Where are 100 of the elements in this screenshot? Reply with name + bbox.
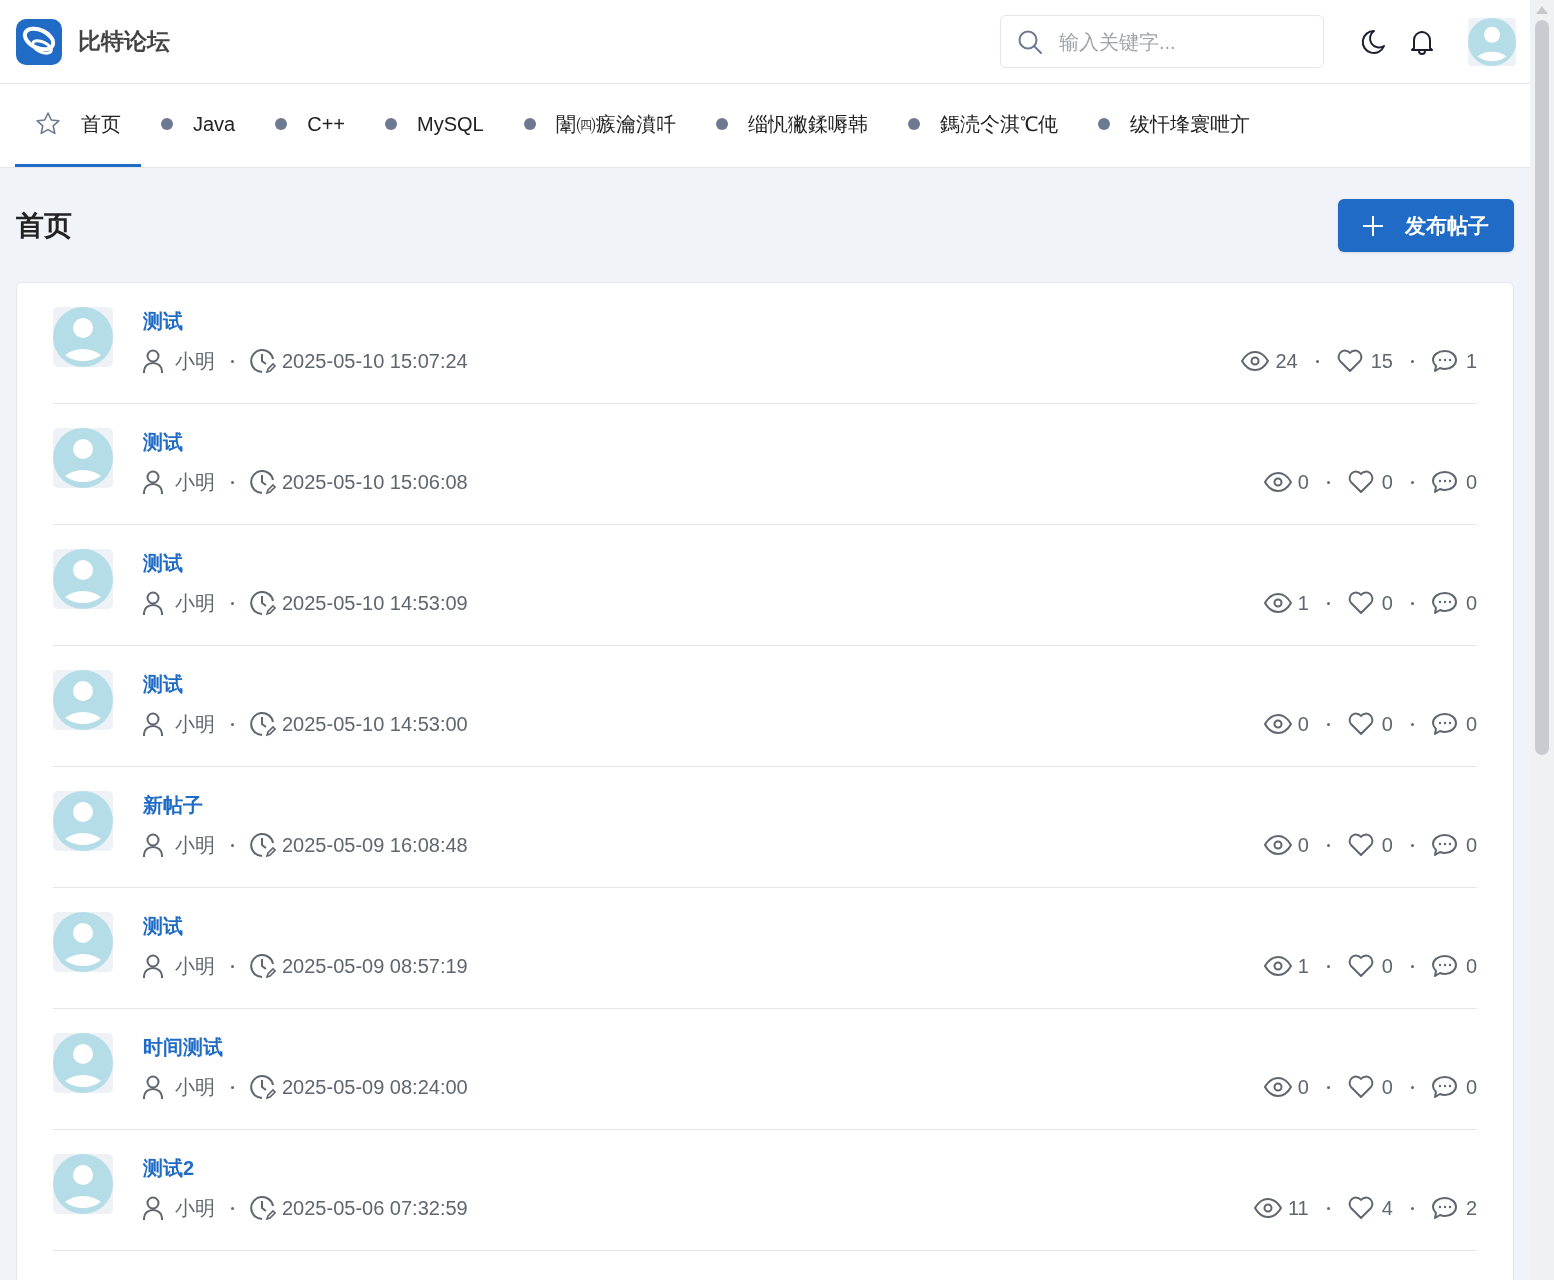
separator-dot [231, 843, 234, 847]
nav-tab[interactable]: MySQL [365, 84, 504, 167]
user-icon [143, 1196, 163, 1220]
eye-icon [1263, 472, 1292, 492]
heart-icon[interactable] [1347, 1196, 1374, 1220]
like-count: 0 [1381, 712, 1393, 737]
separator-dot [1410, 843, 1414, 847]
author-name[interactable]: 小明 [175, 710, 215, 738]
separator-dot [1410, 601, 1414, 605]
comment-icon[interactable] [1431, 954, 1458, 978]
nav-tab[interactable]: 闈㈣瘯瀹濆吀 [503, 84, 696, 167]
nav-tab[interactable]: C++ [255, 84, 366, 167]
post-title[interactable]: 测试 [143, 307, 183, 335]
search-icon [1017, 28, 1043, 55]
nav-tab[interactable]: Java [141, 84, 256, 167]
post-title[interactable]: 测试 [143, 912, 183, 940]
page-title: 首页 [16, 208, 72, 243]
eye-icon [1263, 1077, 1292, 1097]
author-name[interactable]: 小明 [175, 1073, 215, 1101]
heart-icon[interactable] [1347, 833, 1374, 857]
logo-icon[interactable] [16, 18, 62, 65]
separator-dot [1326, 601, 1330, 605]
user-icon [143, 349, 163, 373]
dot-icon [275, 118, 288, 130]
comment-count: 0 [1465, 954, 1477, 979]
comment-icon[interactable] [1431, 1196, 1458, 1220]
comment-icon[interactable] [1431, 591, 1458, 615]
post-title[interactable]: 测试 [143, 549, 183, 577]
search-input[interactable]: 输入关键字... [1059, 26, 1307, 57]
post-title[interactable]: 测试 [143, 428, 183, 456]
heart-icon[interactable] [1347, 712, 1374, 736]
heart-icon[interactable] [1347, 470, 1374, 494]
star-icon [35, 111, 61, 137]
clock-icon [250, 711, 276, 737]
like-count: 15 [1370, 349, 1393, 374]
comment-count: 1 [1465, 349, 1477, 374]
user-icon [143, 954, 163, 978]
author-name[interactable]: 小明 [175, 589, 215, 617]
scrollbar[interactable] [1530, 0, 1554, 1280]
post-title[interactable]: 新帖子 [143, 791, 203, 819]
like-count: 4 [1381, 1196, 1393, 1221]
author-name[interactable]: 小明 [175, 1194, 215, 1222]
author-name[interactable]: 小明 [175, 952, 215, 980]
post-title[interactable]: 时间测试 [143, 1033, 223, 1061]
eye-icon [1263, 956, 1292, 976]
nav-tab[interactable]: 鎷涜仒淇℃伅 [887, 84, 1078, 167]
user-icon [143, 833, 163, 857]
post-time: 2025-05-06 07:32:59 [282, 1196, 468, 1221]
like-count: 0 [1381, 1075, 1393, 1100]
nav-tab[interactable]: 绂忓埄寰呭亣 [1077, 84, 1270, 167]
post-title[interactable]: 测试 [143, 670, 183, 698]
author-name[interactable]: 小明 [175, 468, 215, 496]
author-name[interactable]: 小明 [175, 347, 215, 375]
separator-dot [231, 480, 234, 484]
separator-dot [1326, 722, 1330, 726]
clock-icon [250, 832, 276, 858]
post-time: 2025-05-09 08:24:00 [282, 1075, 468, 1100]
heart-icon[interactable] [1347, 591, 1374, 615]
heart-icon[interactable] [1347, 954, 1374, 978]
separator-dot [231, 359, 234, 363]
comment-icon[interactable] [1431, 1075, 1458, 1099]
user-icon [143, 591, 163, 615]
site-title[interactable]: 比特论坛 [78, 24, 170, 59]
comment-icon[interactable] [1431, 349, 1458, 373]
separator-dot [1326, 480, 1330, 484]
heart-icon[interactable] [1336, 349, 1363, 373]
separator-dot [1410, 359, 1414, 363]
nav-tab[interactable]: 缁忛獙鍒嗕韩 [695, 84, 888, 167]
nav-tab[interactable]: 首页 [15, 84, 141, 167]
separator-dot [1410, 1206, 1414, 1210]
clock-icon [250, 469, 276, 495]
search-field[interactable]: 输入关键字... [1000, 15, 1324, 68]
like-count: 0 [1381, 591, 1393, 616]
post-title[interactable]: 测试2 [143, 1154, 195, 1182]
scrollbar-thumb[interactable] [1535, 20, 1549, 755]
new-post-button[interactable]: 发布帖子 [1338, 199, 1514, 252]
heart-icon[interactable] [1347, 1075, 1374, 1099]
bell-icon[interactable] [1410, 28, 1434, 55]
like-count: 0 [1381, 470, 1393, 495]
separator-dot [1410, 1085, 1414, 1089]
eye-icon [1263, 835, 1292, 855]
separator-dot [231, 964, 234, 968]
comment-count: 0 [1465, 833, 1477, 858]
clock-icon [250, 1195, 276, 1221]
comment-icon[interactable] [1431, 712, 1458, 736]
separator-dot [231, 1085, 234, 1089]
view-count: 1 [1297, 954, 1309, 979]
comment-icon[interactable] [1431, 470, 1458, 494]
dot-icon [523, 118, 536, 130]
author-name[interactable]: 小明 [175, 831, 215, 859]
post-time: 2025-05-10 14:53:09 [282, 591, 468, 616]
separator-dot [231, 601, 234, 605]
moon-icon[interactable] [1360, 28, 1386, 55]
eye-icon [1263, 714, 1292, 734]
dot-icon [907, 118, 920, 130]
dot-icon [1097, 118, 1110, 130]
comment-icon[interactable] [1431, 833, 1458, 857]
post-time: 2025-05-09 08:57:19 [282, 954, 468, 979]
clock-icon [250, 348, 276, 374]
user-icon [143, 470, 163, 494]
